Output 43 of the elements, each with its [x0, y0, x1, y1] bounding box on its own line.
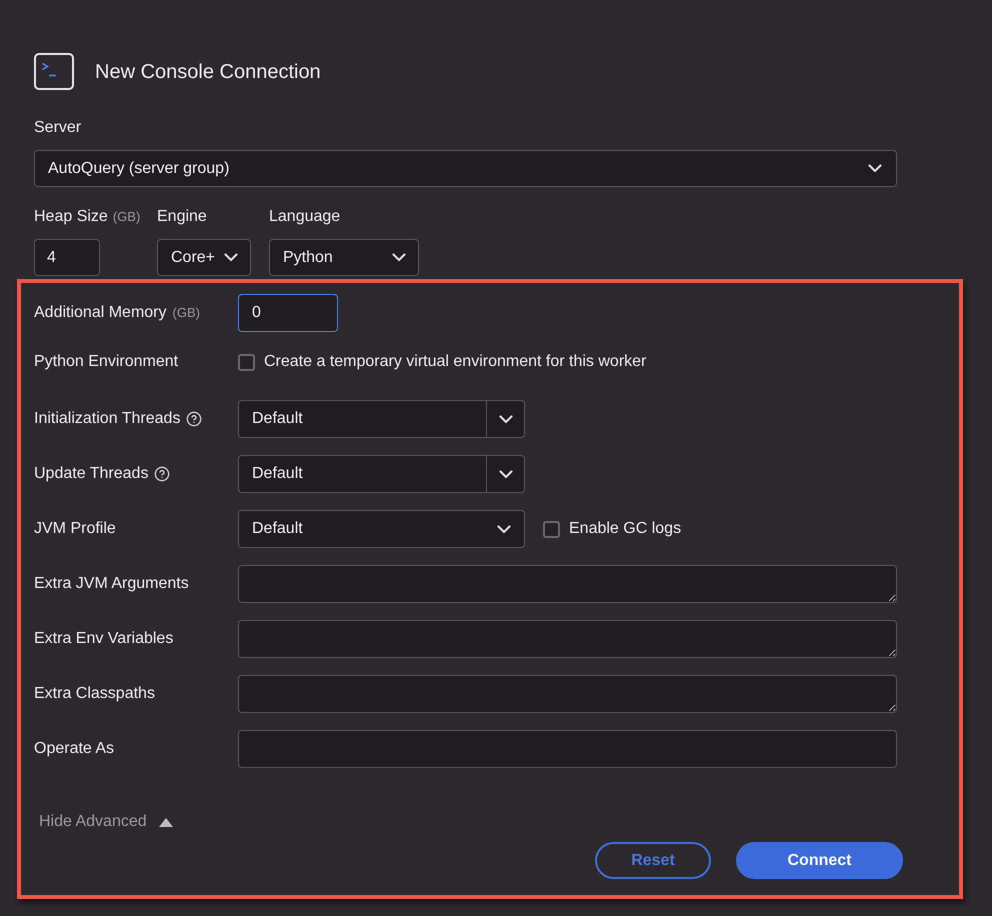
field-label: Engine [157, 207, 207, 227]
select-field[interactable]: Default [238, 510, 525, 548]
checkbox-label[interactable]: Enable GC logs [569, 519, 682, 539]
field-label: Extra JVM Arguments [34, 574, 189, 594]
text-area[interactable] [238, 565, 897, 603]
field-label: Update Threads [34, 464, 148, 484]
chevron-down-icon [498, 470, 512, 478]
select-field[interactable]: Default [238, 400, 525, 438]
toggle-advanced-button[interactable]: Hide Advanced [39, 812, 173, 832]
number-input[interactable]: 4 [34, 239, 100, 276]
chevron-down-icon [868, 164, 882, 173]
field-label: Heap Size [34, 207, 108, 227]
dialog-title: New Console Connection [95, 60, 321, 84]
text-area[interactable] [238, 620, 897, 658]
select-field[interactable]: Core+ [157, 239, 251, 276]
field-label: Initialization Threads [34, 409, 180, 429]
field-label: Extra Env Variables [34, 629, 174, 649]
unit-label: (GB) [112, 209, 140, 225]
select-field[interactable]: Default [238, 455, 525, 493]
chevron-down-icon [498, 414, 512, 424]
checkbox-label[interactable]: Create a temporary virtual environment for this worker [264, 352, 646, 372]
server-select[interactable]: AutoQuery (server group) [34, 150, 897, 187]
help-icon[interactable] [186, 411, 202, 427]
field-label: JVM Profile [34, 519, 116, 539]
checkbox[interactable] [543, 520, 560, 538]
field-label: Operate As [34, 739, 114, 759]
help-icon[interactable] [154, 466, 170, 482]
chevron-down-icon [392, 253, 406, 262]
select-field[interactable]: Python [269, 239, 419, 276]
field-label: Language [269, 207, 340, 227]
field-label: Server [34, 118, 82, 138]
chevron-down-icon [224, 253, 238, 262]
field-label: Python Environment [34, 352, 178, 372]
field-label: Additional Memory [34, 303, 166, 323]
text-area[interactable] [238, 675, 897, 713]
field-label: Extra Classpaths [34, 684, 155, 704]
chevron-down-icon [497, 524, 511, 534]
checkbox[interactable] [238, 354, 255, 370]
text-input[interactable] [238, 730, 897, 768]
number-input[interactable]: 0 [238, 294, 338, 332]
unit-label: (GB) [172, 305, 200, 321]
terminal-icon [34, 53, 74, 90]
connect-button[interactable]: Connect [736, 842, 903, 879]
